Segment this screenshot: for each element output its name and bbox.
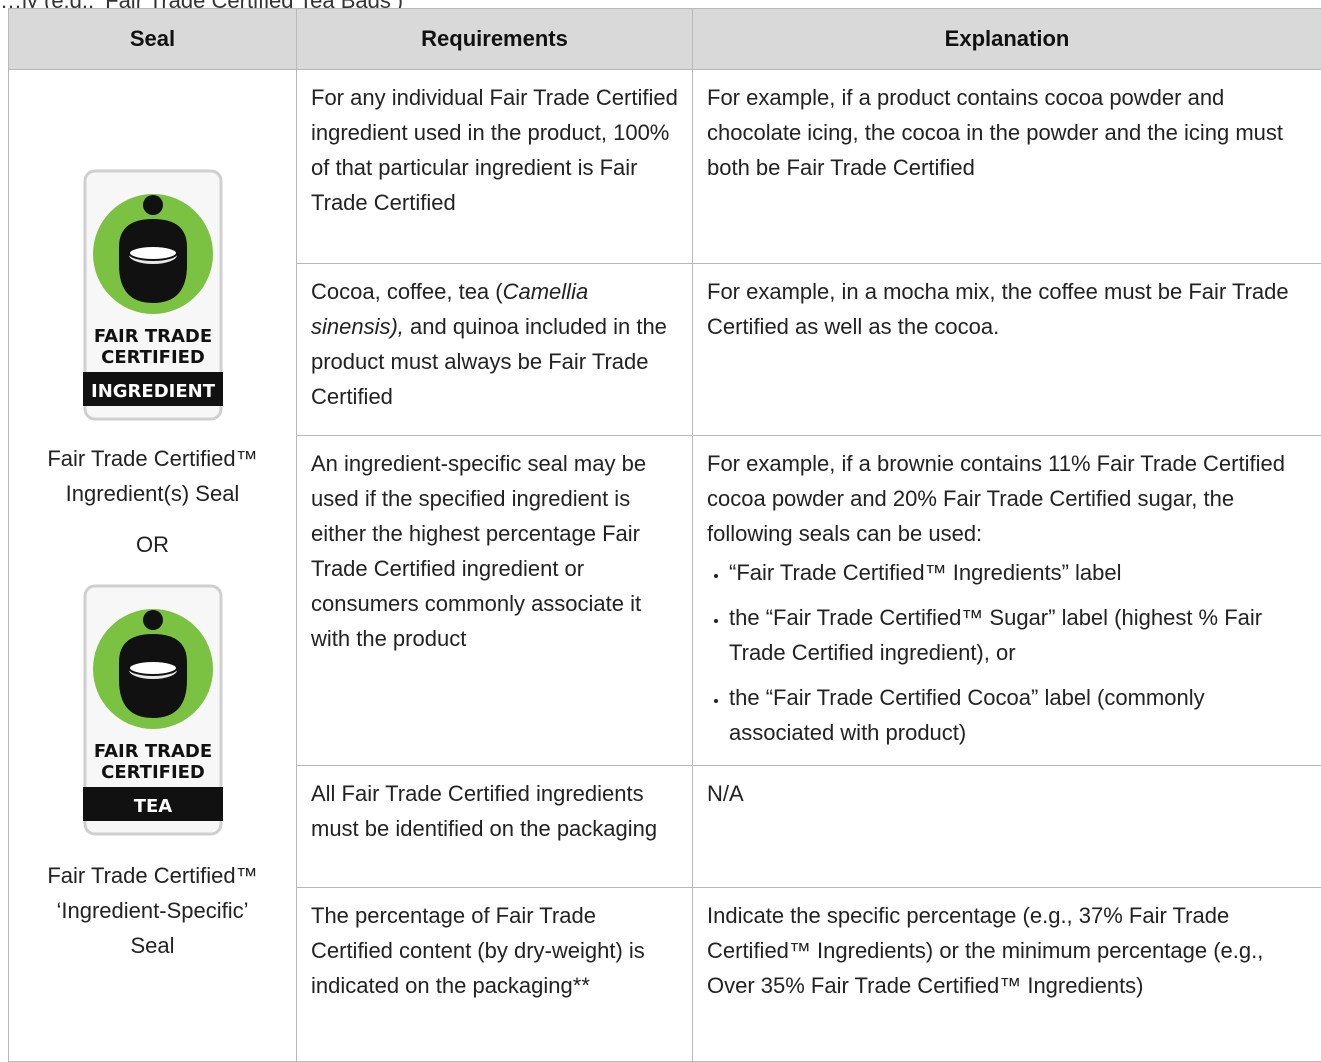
requirement-cell: All Fair Trade Certified ingredients mus… (297, 766, 693, 888)
seal-label-ingredients: Fair Trade Certified™ Ingredient(s) Seal (15, 441, 290, 511)
explanation-cell: For example, if a product contains cocoa… (693, 70, 1321, 264)
svg-text:INGREDIENT: INGREDIENT (91, 381, 216, 402)
seal-cell: FAIR TRADE CERTIFIED INGREDIENT Fair Tra… (9, 70, 297, 1062)
requirement-cell: An ingredient-specific seal may be used … (297, 436, 693, 766)
svg-text:FAIR TRADE: FAIR TRADE (93, 326, 211, 347)
svg-text:CERTIFIED: CERTIFIED (101, 762, 205, 783)
requirement-cell: The percentage of Fair Trade Certified c… (297, 888, 693, 1062)
svg-text:CERTIFIED: CERTIFIED (101, 347, 205, 368)
list-item: “Fair Trade Certified™ Ingredients” labe… (729, 555, 1307, 590)
svg-text:FAIR TRADE: FAIR TRADE (93, 741, 211, 762)
table-header-row: Seal Requirements Explanation (9, 9, 1321, 70)
header-requirements: Requirements (297, 9, 693, 70)
svg-text:TEA: TEA (133, 796, 172, 817)
list-item: the “Fair Trade Certified Cocoa” label (… (729, 680, 1307, 750)
seal-requirements-table: Seal Requirements Explanation FAIR TRADE… (8, 8, 1321, 1062)
requirement-cell: Cocoa, coffee, tea (Camellia sinensis), … (297, 264, 693, 436)
table-row: FAIR TRADE CERTIFIED INGREDIENT Fair Tra… (9, 70, 1321, 264)
or-separator: OR (15, 527, 290, 562)
seal-options-list: “Fair Trade Certified™ Ingredients” labe… (707, 555, 1307, 750)
fair-trade-ingredient-seal-icon: FAIR TRADE CERTIFIED INGREDIENT (83, 169, 223, 421)
list-item: the “Fair Trade Certified™ Sugar” label … (729, 600, 1307, 670)
seal-label-ingredient-specific: Fair Trade Certified™ ‘Ingredient-Specif… (15, 858, 290, 963)
header-seal: Seal (9, 9, 297, 70)
header-explanation: Explanation (693, 9, 1321, 70)
explanation-cell: N/A (693, 766, 1321, 888)
requirement-cell: For any individual Fair Trade Certified … (297, 70, 693, 264)
fair-trade-tea-seal-icon: FAIR TRADE CERTIFIED TEA (83, 584, 223, 836)
explanation-cell: For example, in a mocha mix, the coffee … (693, 264, 1321, 436)
explanation-cell: For example, if a brownie contains 11% F… (693, 436, 1321, 766)
explanation-cell: Indicate the specific percentage (e.g., … (693, 888, 1321, 1062)
